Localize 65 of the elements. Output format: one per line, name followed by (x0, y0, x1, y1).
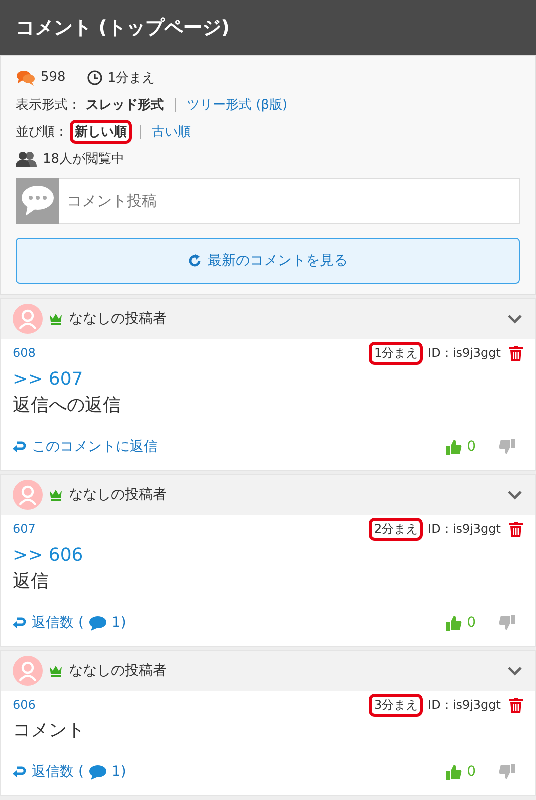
like-count: 0 (467, 764, 476, 780)
author-name: ななしの投稿者 (69, 310, 167, 328)
display-option[interactable]: ツリー形式 (β版) (187, 96, 288, 114)
page-title: コメント (トップページ) (16, 16, 230, 40)
reply-anchor-link[interactable]: >> 607 (13, 369, 523, 390)
speech-bubbles-icon (16, 70, 36, 86)
comment-text: コメント (13, 719, 86, 743)
chevron-down-icon[interactable] (507, 490, 523, 500)
avatar-icon (13, 656, 43, 686)
thumbs-up-icon[interactable] (446, 764, 462, 780)
avatar-icon (13, 304, 43, 334)
thumbs-down-icon[interactable] (499, 615, 515, 631)
sort-option[interactable]: 古い順 (152, 122, 191, 140)
speech-bubble-icon (88, 764, 107, 780)
chevron-down-icon[interactable] (507, 666, 523, 676)
comment-text: 返信 (13, 570, 50, 594)
speech-bubble-icon (16, 178, 59, 224)
author-name: ななしの投稿者 (69, 662, 167, 680)
display-option[interactable]: スレッド形式 (86, 96, 164, 114)
user-id: ID：is9j3ggt (428, 696, 501, 714)
comment-time: 3分まえ (372, 696, 420, 714)
like-count: 0 (467, 615, 476, 631)
clock-icon (86, 70, 103, 86)
trash-icon[interactable] (509, 522, 523, 536)
thumbs-down-icon[interactable] (499, 764, 515, 780)
chevron-down-icon[interactable] (507, 314, 523, 324)
viewer-count: 18人が閲覧中 (43, 150, 125, 168)
display-label: 表示形式： (16, 96, 81, 114)
reply-count-label[interactable]: 返信数 ( (32, 614, 84, 632)
comment-number[interactable]: 608 (13, 346, 36, 360)
user-id: ID：is9j3ggt (428, 344, 501, 362)
user-id: ID：is9j3ggt (428, 520, 501, 538)
reply-count[interactable]: 1) (112, 615, 126, 631)
comment-number[interactable]: 607 (13, 522, 36, 536)
reply-arrow-icon (13, 766, 27, 778)
crown-icon (49, 313, 63, 325)
crown-icon (49, 665, 63, 677)
trash-icon[interactable] (509, 346, 523, 360)
sort-option[interactable]: 新しい順 (73, 122, 129, 140)
trash-icon[interactable] (509, 698, 523, 712)
thumbs-up-icon[interactable] (446, 615, 462, 631)
avatar-icon (13, 480, 43, 510)
comment-time: 2分まえ (372, 520, 420, 538)
sort-label: 並び順： (16, 124, 68, 140)
people-icon (16, 150, 38, 166)
reply-link[interactable]: このコメントに返信 (32, 438, 158, 456)
reply-arrow-icon (13, 617, 27, 629)
comment-time: 1分まえ (372, 344, 420, 362)
speech-bubble-icon (88, 616, 107, 630)
reply-arrow-icon (13, 441, 27, 453)
author-name: ななしの投稿者 (69, 486, 167, 504)
crown-icon (49, 489, 63, 501)
thumbs-up-icon[interactable] (446, 439, 462, 455)
like-count: 0 (467, 439, 476, 455)
reply-anchor-link[interactable]: >> 606 (13, 545, 523, 566)
refresh-icon (188, 254, 202, 268)
comment-count: 598 (41, 70, 66, 85)
refresh-button[interactable]: 最新のコメントを見る (16, 238, 520, 284)
comment-number[interactable]: 606 (13, 698, 36, 712)
last-updated: 1分まえ (108, 70, 156, 86)
thumbs-down-icon[interactable] (499, 439, 515, 455)
reply-count[interactable]: 1) (112, 764, 126, 780)
reply-count-label[interactable]: 返信数 ( (32, 763, 84, 781)
comment-input[interactable]: コメント投稿 (59, 178, 520, 224)
comment-text: 返信への返信 (13, 394, 122, 418)
